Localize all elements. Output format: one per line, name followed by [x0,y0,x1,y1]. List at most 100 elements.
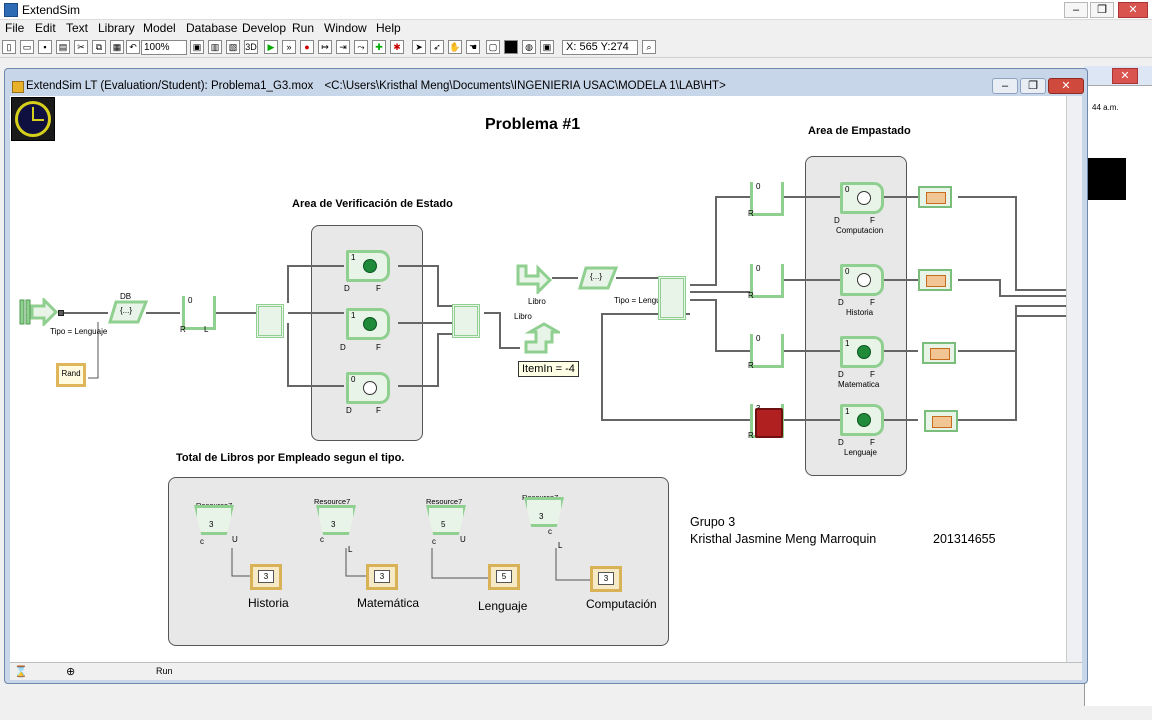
queue-count: 0 [188,296,193,305]
green-clock-icon [857,345,871,359]
db-label: DB [120,292,132,301]
author-name: Kristhal Jasmine Meng Marroquin [690,532,877,546]
activity-block[interactable]: 1 [346,308,390,340]
display-value: 3 [258,570,274,583]
resource-port-c: c [432,537,436,546]
student-id: 201314655 [933,532,996,546]
display-value: 3 [374,570,390,583]
activity-port-f: F [376,406,381,415]
equation-label: {...} [590,272,603,281]
activity-block[interactable]: 0 [840,182,884,214]
exit-block[interactable] [922,342,956,364]
resource-label: Matemática [357,596,420,610]
queue-count: 0 [756,264,761,273]
resource-count: 3 [331,520,336,529]
queue-port-r: R [180,325,186,334]
display-block[interactable]: 5 [488,564,520,590]
queue-block[interactable]: 0 [750,182,784,216]
select-item-out-block[interactable] [256,304,284,338]
display-value: 3 [598,572,614,585]
resource-port-l: L [558,541,563,550]
activity-block[interactable]: 1 [840,336,884,368]
item-in-tooltip: ItemIn = -4 [518,361,579,377]
queue-port-r: R [748,361,754,370]
queue-port-l: L [204,325,209,334]
activity-port-d: D [838,370,844,379]
activity-port-f: F [870,438,875,447]
libro-arrow-icon [516,264,553,296]
create-output-port[interactable] [58,310,64,316]
queue-block[interactable]: 0 [750,264,784,298]
connection-lines [60,196,1066,581]
activity-count: 1 [845,407,850,416]
create-arrow-icon [19,296,59,328]
libro-label: Libro [514,312,532,321]
create-block-label: Tipo = Lenguaje [50,327,108,336]
set-attribute-block[interactable]: {...} [577,264,619,292]
display-block[interactable]: 3 [590,566,622,592]
exit-block[interactable] [924,410,958,432]
resource-count: 3 [209,520,214,529]
select-item-in-block[interactable] [452,304,480,338]
green-clock-icon [363,317,377,331]
activity-port-f: F [870,216,875,225]
select-item-out-block[interactable] [658,276,686,320]
activity-count: 1 [351,253,356,262]
queue-port-r: R [748,431,754,440]
random-number-block[interactable]: Rand [56,363,86,387]
resource-label: Computación [586,597,657,611]
queue-block[interactable]: 3 [750,404,784,438]
white-clock-icon [363,381,377,395]
activity-label: Historia [846,308,874,317]
activity-count: 0 [351,375,356,384]
exit-block[interactable] [918,186,952,208]
resource-port-l: L [348,545,353,554]
resource-label: Historia [248,596,289,610]
group-label: Grupo 3 [690,515,736,529]
queue-block[interactable]: 0 [750,334,784,368]
libro-release-block[interactable] [522,322,564,356]
libro-resource-pool-block[interactable] [514,264,553,296]
white-clock-icon [857,273,871,287]
rand-label: Rand [61,369,81,378]
activity-label: Lenguaje [844,448,877,457]
activity-block[interactable]: 1 [346,250,390,282]
activity-block[interactable]: 0 [840,264,884,296]
activity-port-f: F [870,370,875,379]
activity-count: 1 [351,311,356,320]
activity-block[interactable]: 0 [346,372,390,404]
resource-port-u: U [232,535,238,544]
resource-label: Lenguaje [478,599,528,613]
activity-label: Computacion [836,226,884,235]
queue-port-r: R [748,291,754,300]
queue-count: 0 [756,182,761,191]
resource-count: 5 [441,520,446,529]
create-block[interactable] [18,296,59,328]
exit-block[interactable] [918,269,952,291]
libro-label: Libro [528,297,546,306]
activity-port-d: D [340,343,346,352]
queue-count: 0 [756,334,761,343]
activity-port-d: D [344,284,350,293]
display-block[interactable]: 3 [250,564,282,590]
activity-port-f: F [376,284,381,293]
resource-name: Resource7 [426,497,463,506]
activity-count: 0 [845,267,850,276]
activity-count: 1 [845,339,850,348]
display-block[interactable]: 3 [366,564,398,590]
white-clock-icon [857,191,871,205]
activity-count: 0 [845,185,850,194]
equation-label: {...} [120,306,133,315]
book-icon [755,408,783,438]
display-value: 5 [496,570,512,583]
activity-port-d: D [834,216,840,225]
activity-port-f: F [376,343,381,352]
queue-block[interactable]: 0 [182,296,216,330]
green-clock-icon [857,413,871,427]
resource-port-c: c [320,535,324,544]
resource-port-c: c [548,527,552,536]
activity-block[interactable]: 1 [840,404,884,436]
activity-port-d: D [838,298,844,307]
set-attribute-block[interactable]: DB {...} [107,292,149,326]
queue-port-r: R [748,209,754,218]
